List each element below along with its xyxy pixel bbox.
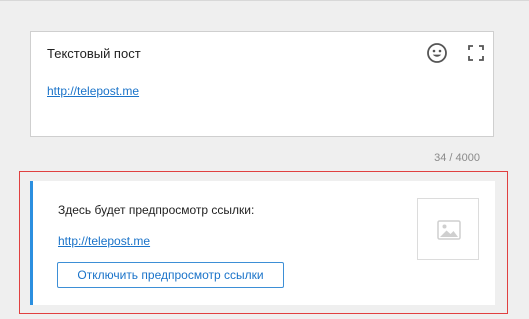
post-editor[interactable]: Текстовый пост http://telepost.me [30, 31, 494, 137]
fullscreen-icon[interactable] [467, 44, 485, 62]
highlight-frame [19, 171, 508, 314]
top-divider [0, 0, 529, 1]
smiley-icon[interactable] [426, 42, 448, 64]
post-text[interactable]: Текстовый пост [47, 46, 141, 61]
character-counter: 34 / 4000 [434, 152, 480, 164]
post-link[interactable]: http://telepost.me [47, 84, 139, 98]
